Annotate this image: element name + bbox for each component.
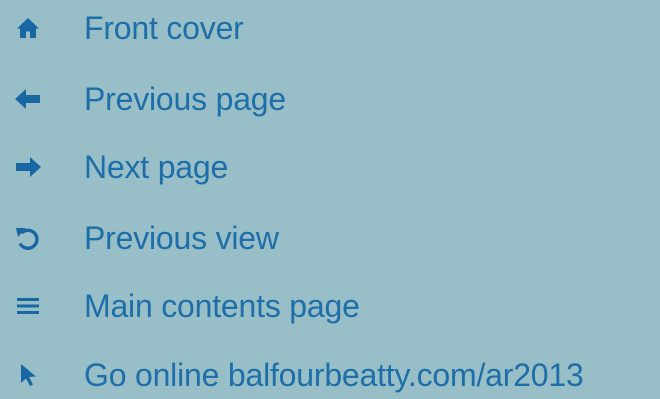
nav-item-label: Previous view — [84, 220, 279, 256]
nav-item-label: Main contents page — [84, 288, 360, 324]
nav-item-main-contents[interactable]: Main contents page — [0, 282, 660, 330]
nav-item-next-page[interactable]: Next page — [0, 143, 660, 191]
nav-item-label: Front cover — [84, 10, 244, 46]
nav-item-label: Go online balfourbeatty.com/ar2013 — [84, 357, 584, 393]
nav-item-previous-page[interactable]: Previous page — [0, 75, 660, 123]
navigation-menu: Front cover Previous page Next page Prev… — [0, 0, 660, 394]
nav-item-label: Next page — [84, 149, 229, 185]
nav-item-previous-view[interactable]: Previous view — [0, 214, 660, 262]
nav-item-front-cover[interactable]: Front cover — [0, 4, 660, 52]
nav-item-go-online[interactable]: Go online balfourbeatty.com/ar2013 — [0, 351, 660, 399]
menu-icon — [13, 291, 43, 321]
home-icon — [13, 13, 43, 43]
arrow-left-icon — [13, 84, 43, 114]
undo-icon — [13, 223, 43, 253]
cursor-icon — [13, 360, 43, 390]
nav-item-label: Previous page — [84, 81, 286, 117]
arrow-right-icon — [13, 152, 43, 182]
